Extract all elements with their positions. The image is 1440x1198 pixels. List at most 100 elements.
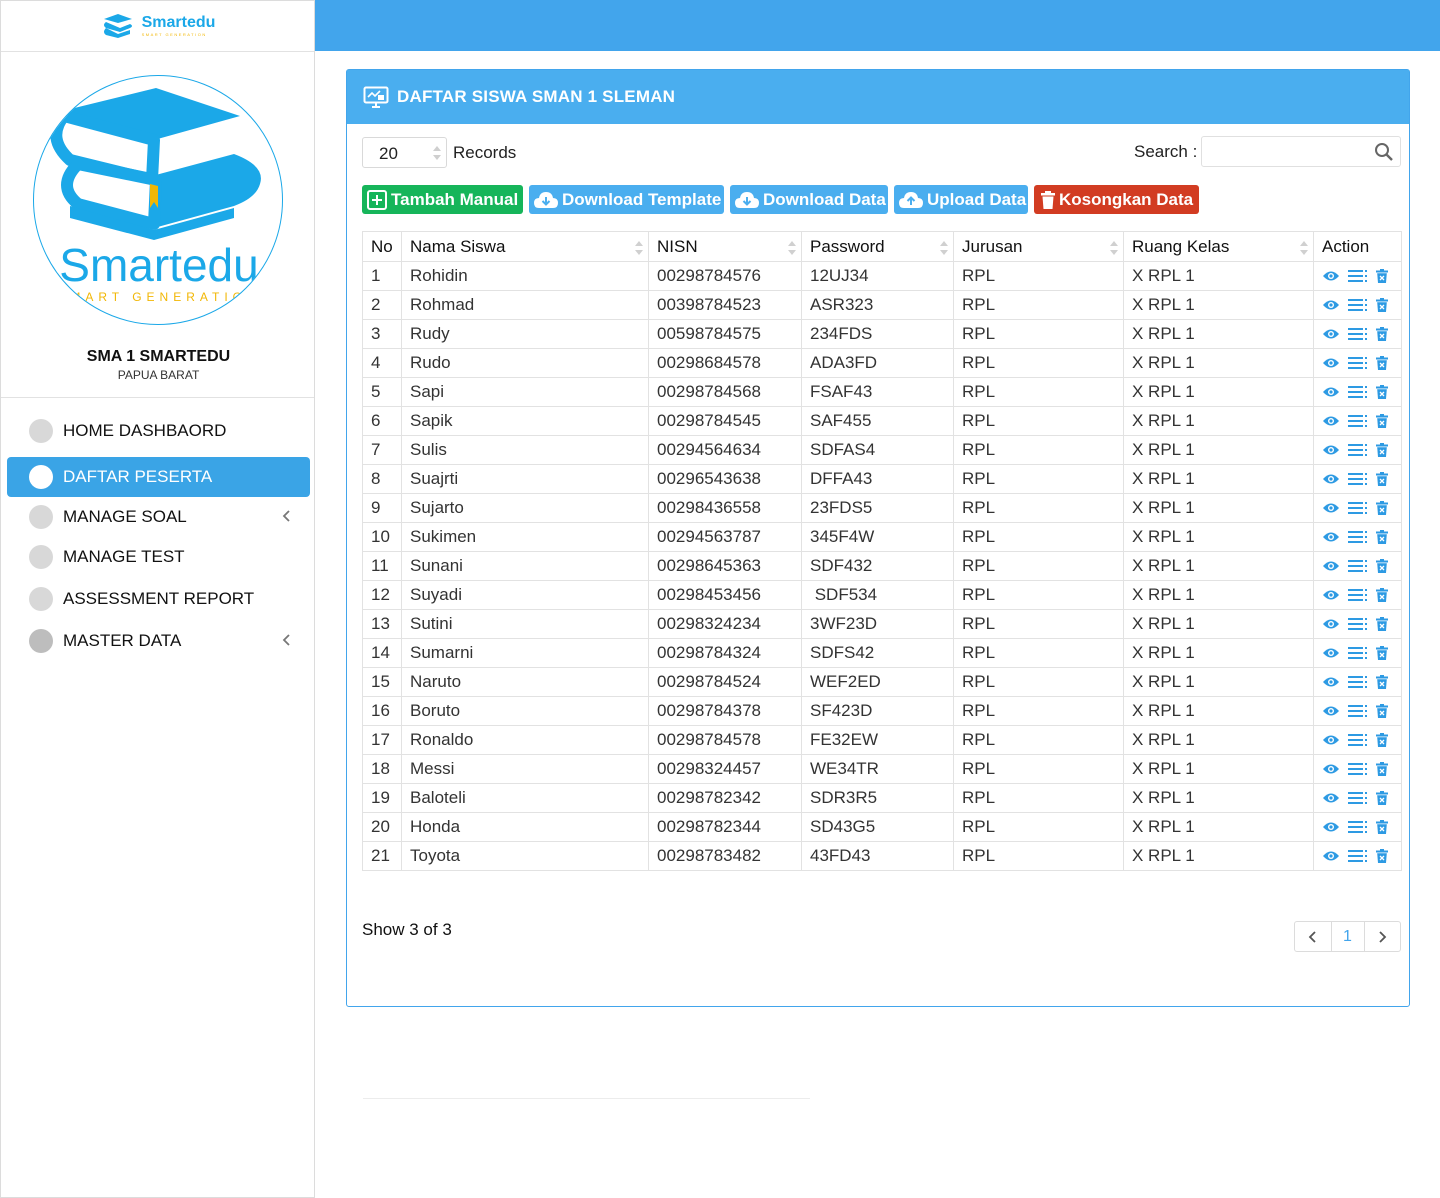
trash-icon[interactable] [1376, 501, 1388, 515]
trash-icon[interactable] [1376, 298, 1388, 312]
list-icon[interactable] [1348, 531, 1368, 543]
list-icon[interactable] [1348, 763, 1368, 775]
column-header-no[interactable]: No [362, 231, 402, 262]
trash-icon[interactable] [1376, 472, 1388, 486]
trash-icon[interactable] [1376, 762, 1388, 776]
trash-icon[interactable] [1376, 791, 1388, 805]
list-icon[interactable] [1348, 502, 1368, 514]
trash-icon[interactable] [1376, 559, 1388, 573]
sidebar-menu: HOME DASHBAORD DAFTAR PESERTA MANAGE SOA… [7, 411, 310, 661]
list-icon[interactable] [1348, 415, 1368, 427]
list-icon[interactable] [1348, 792, 1368, 804]
trash-icon[interactable] [1376, 443, 1388, 457]
eye-icon[interactable] [1322, 705, 1340, 717]
list-icon[interactable] [1348, 850, 1368, 862]
sidebar-item-manage-soal[interactable]: MANAGE SOAL [7, 497, 310, 537]
eye-icon[interactable] [1322, 386, 1340, 398]
eye-icon[interactable] [1322, 299, 1340, 311]
trash-icon[interactable] [1376, 269, 1388, 283]
eye-icon[interactable] [1322, 415, 1340, 427]
column-header-password[interactable]: Password [801, 231, 954, 262]
search-icon[interactable] [1374, 142, 1394, 162]
eye-icon[interactable] [1322, 531, 1340, 543]
list-icon[interactable] [1348, 589, 1368, 601]
eye-icon[interactable] [1322, 560, 1340, 572]
eye-icon[interactable] [1322, 502, 1340, 514]
sort-icon[interactable] [787, 239, 797, 257]
trash-icon[interactable] [1376, 646, 1388, 660]
download-data-button[interactable]: Download Data [730, 185, 888, 214]
column-header-ruang-kelas[interactable]: Ruang Kelas [1123, 231, 1314, 262]
sidebar-item-manage-test[interactable]: MANAGE TEST [7, 537, 310, 577]
list-icon[interactable] [1348, 328, 1368, 340]
next-page-button[interactable] [1365, 922, 1401, 951]
sidebar-item-daftar-peserta[interactable]: DAFTAR PESERTA [7, 457, 310, 497]
eye-icon[interactable] [1322, 473, 1340, 485]
trash-icon[interactable] [1376, 704, 1388, 718]
eye-icon[interactable] [1322, 270, 1340, 282]
list-icon[interactable] [1348, 647, 1368, 659]
list-icon[interactable] [1348, 705, 1368, 717]
eye-icon[interactable] [1322, 328, 1340, 340]
trash-icon[interactable] [1376, 414, 1388, 428]
row-jurusan: RPL [953, 551, 1124, 581]
eye-icon[interactable] [1322, 618, 1340, 630]
logo-big-tagline: SMART GENERATION [57, 290, 260, 304]
eye-icon[interactable] [1322, 676, 1340, 688]
column-header-name[interactable]: Nama Siswa [401, 231, 649, 262]
sort-icon[interactable] [1109, 239, 1119, 257]
trash-icon[interactable] [1376, 820, 1388, 834]
trash-icon[interactable] [1376, 617, 1388, 631]
eye-icon[interactable] [1322, 647, 1340, 659]
sort-icon[interactable] [634, 239, 644, 257]
spinner-arrows-icon[interactable] [432, 143, 442, 163]
sidebar-item-assessment-report[interactable]: ASSESSMENT REPORT [7, 579, 310, 619]
list-icon[interactable] [1348, 386, 1368, 398]
column-header-jurusan[interactable]: Jurusan [953, 231, 1124, 262]
eye-icon[interactable] [1322, 850, 1340, 862]
list-icon[interactable] [1348, 444, 1368, 456]
row-no: 13 [362, 609, 402, 639]
list-icon[interactable] [1348, 299, 1368, 311]
eye-icon[interactable] [1322, 763, 1340, 775]
trash-icon[interactable] [1376, 849, 1388, 863]
records-per-page-stepper[interactable]: 20 [362, 137, 447, 168]
list-icon[interactable] [1348, 473, 1368, 485]
trash-icon[interactable] [1376, 675, 1388, 689]
list-icon[interactable] [1348, 821, 1368, 833]
eye-icon[interactable] [1322, 821, 1340, 833]
list-icon[interactable] [1348, 560, 1368, 572]
list-icon[interactable] [1348, 618, 1368, 630]
empty-data-button[interactable]: Kosongkan Data [1034, 185, 1199, 214]
sort-icon[interactable] [1299, 239, 1309, 257]
sidebar-item-home-dashboard[interactable]: HOME DASHBAORD [7, 411, 310, 451]
eye-icon[interactable] [1322, 734, 1340, 746]
trash-icon[interactable] [1376, 356, 1388, 370]
eye-icon[interactable] [1322, 589, 1340, 601]
download-template-button[interactable]: Download Template [529, 185, 724, 214]
sidebar-item-label: HOME DASHBAORD [63, 421, 227, 440]
sort-icon[interactable] [939, 239, 949, 257]
brand-logo-small[interactable]: Smartedu SMART GENERATION [100, 13, 215, 39]
eye-icon[interactable] [1322, 444, 1340, 456]
add-manual-button[interactable]: Tambah Manual [362, 185, 523, 214]
trash-icon[interactable] [1376, 588, 1388, 602]
eye-icon[interactable] [1322, 357, 1340, 369]
search-input[interactable] [1201, 136, 1401, 167]
page-number-button[interactable]: 1 [1330, 922, 1365, 951]
eye-icon[interactable] [1322, 792, 1340, 804]
list-icon[interactable] [1348, 270, 1368, 282]
list-icon[interactable] [1348, 357, 1368, 369]
sidebar-item-master-data[interactable]: MASTER DATA [7, 621, 310, 661]
trash-icon[interactable] [1376, 733, 1388, 747]
trash-icon[interactable] [1376, 327, 1388, 341]
list-icon[interactable] [1348, 676, 1368, 688]
prev-page-button[interactable] [1295, 922, 1331, 951]
trash-icon[interactable] [1376, 530, 1388, 544]
list-icon[interactable] [1348, 734, 1368, 746]
trash-icon[interactable] [1376, 385, 1388, 399]
row-nisn: 00398784523 [648, 290, 802, 320]
upload-data-button[interactable]: Upload Data [894, 185, 1028, 214]
row-jurusan: RPL [953, 348, 1124, 378]
column-header-nisn[interactable]: NISN [648, 231, 802, 262]
